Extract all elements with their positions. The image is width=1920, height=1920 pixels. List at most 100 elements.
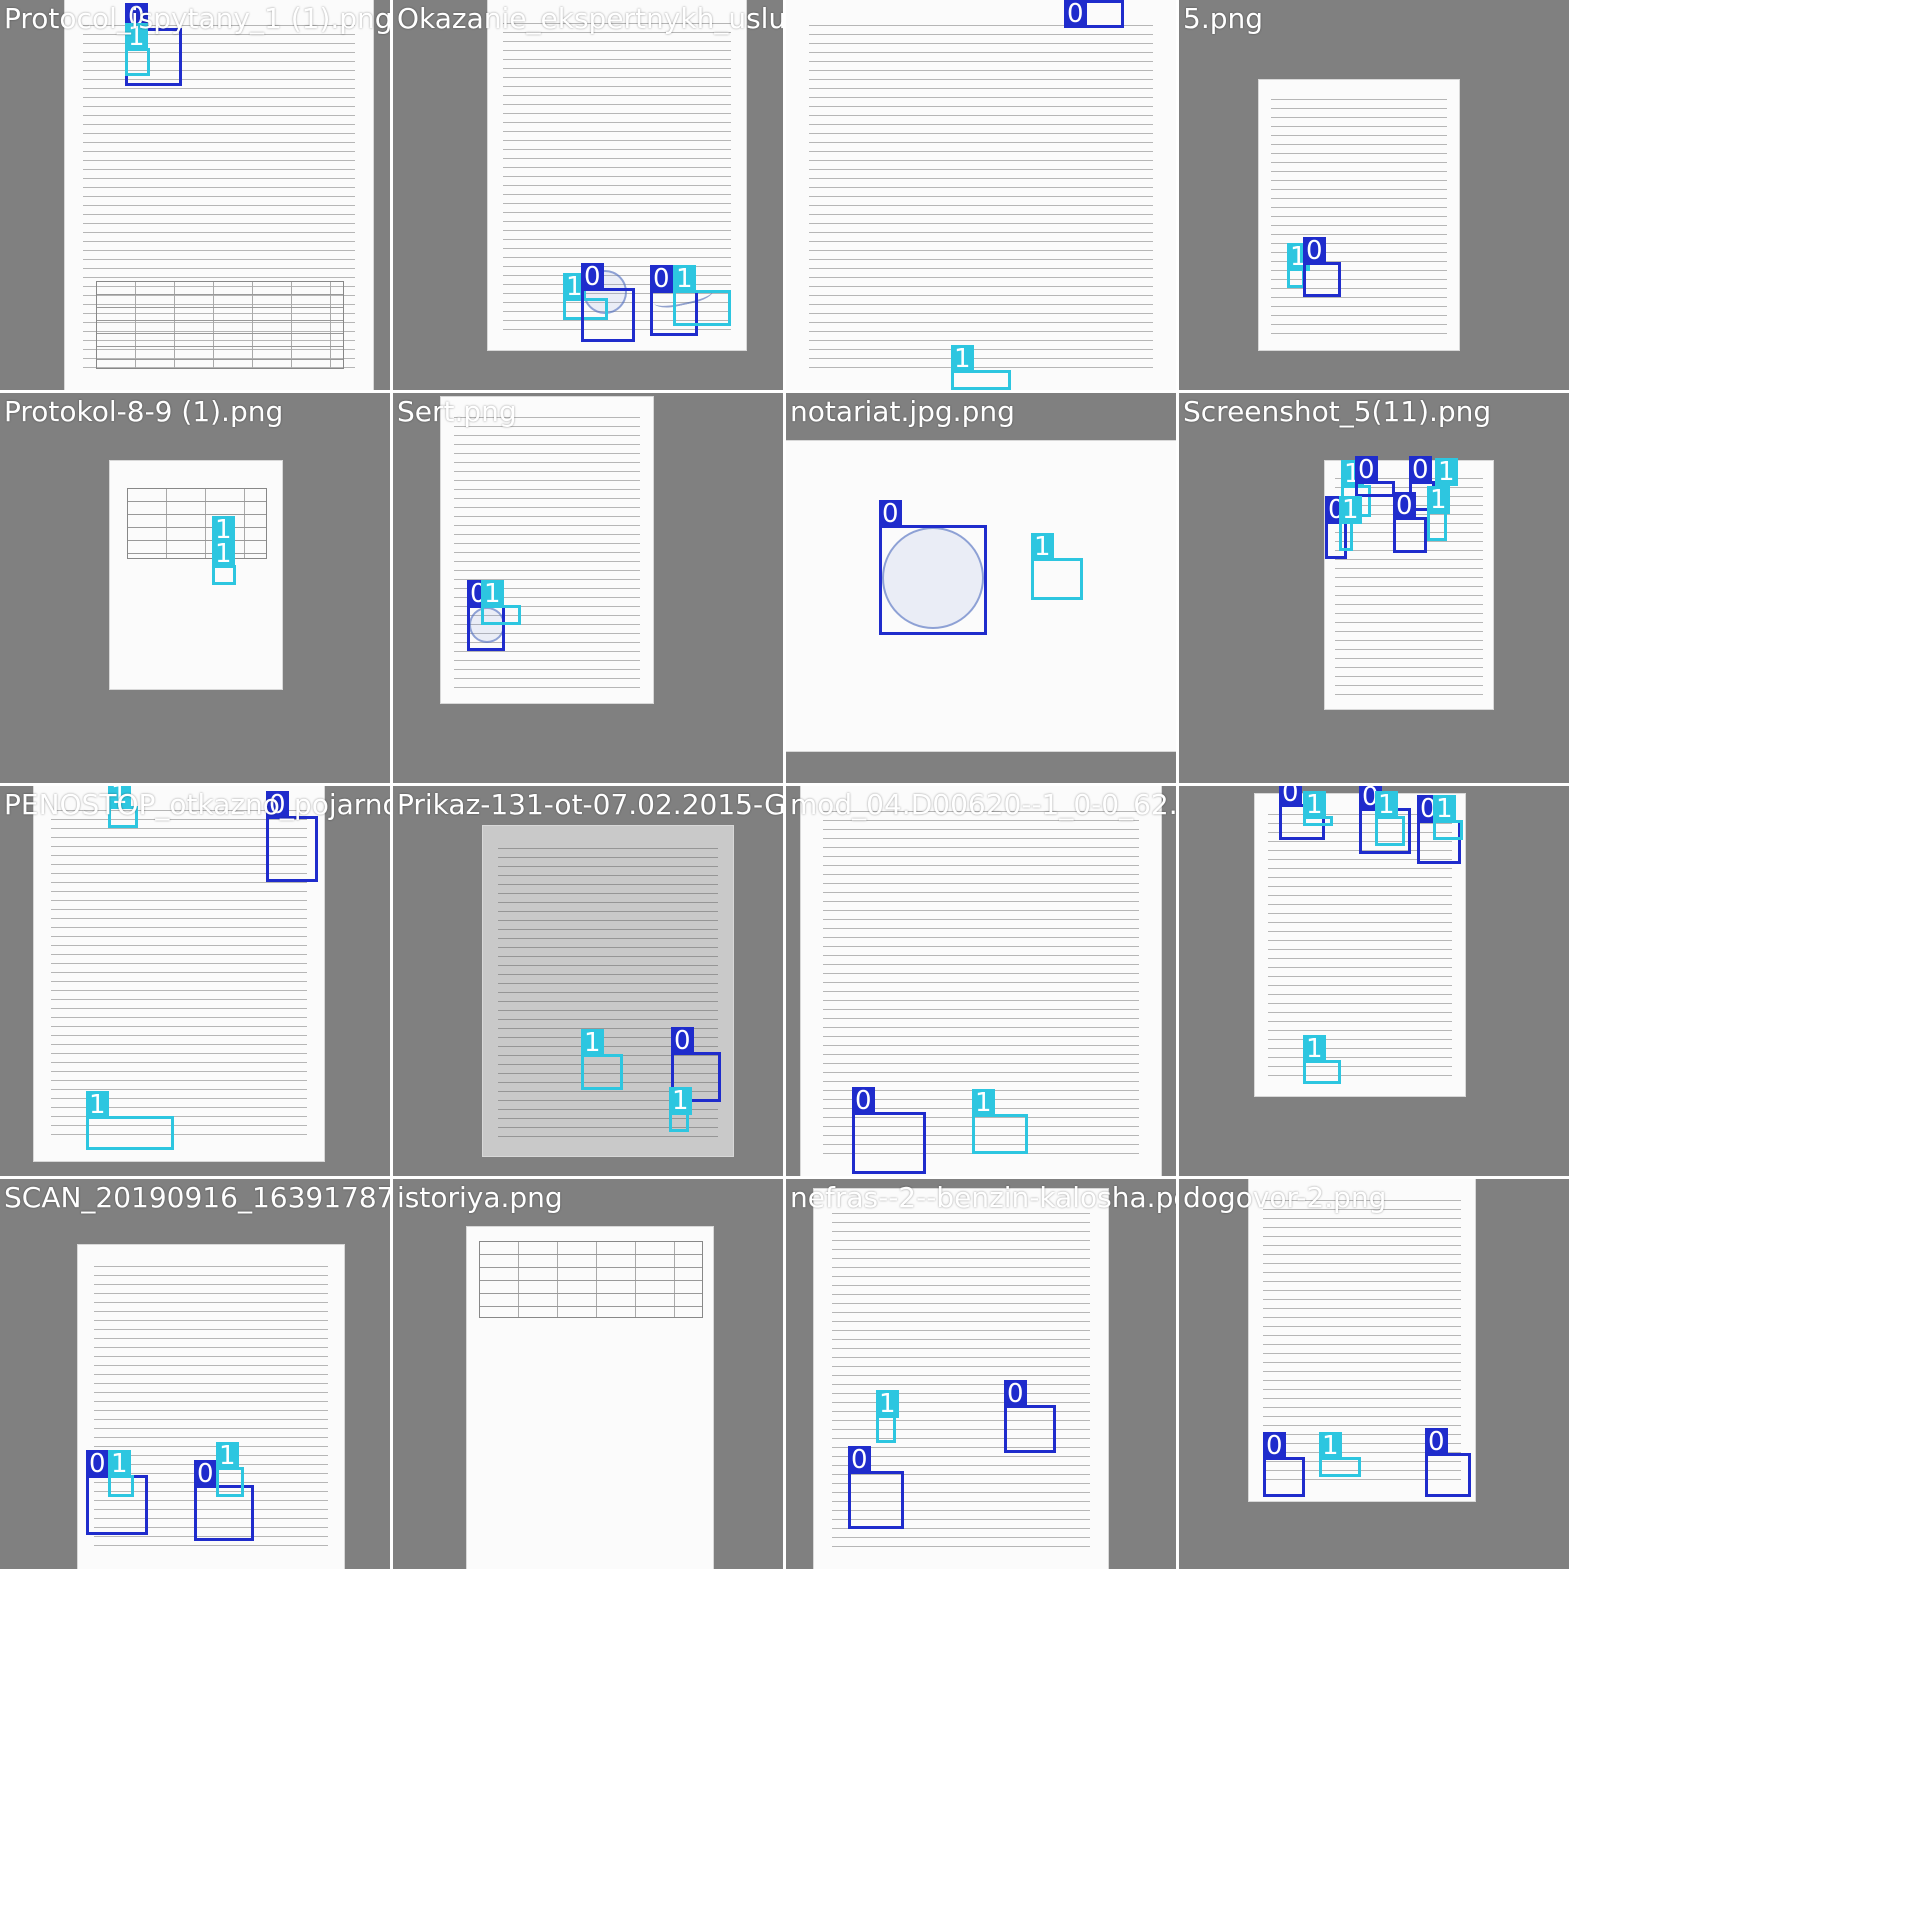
signature-bbox: 1 [1319,1432,1361,1477]
signature-bbox: 1 [1303,1035,1341,1084]
class-label: 1 [1427,486,1450,514]
tile-5: Protokol-8-9 (1).png 1 1 [0,393,390,783]
class-label: 0 [1393,492,1416,520]
class-label: 1 [108,1450,131,1478]
class-label: 0 [879,500,902,528]
class-label: 0 [194,1460,217,1488]
stamp-bbox: 0 [266,791,318,882]
signature-bbox: 1 [1427,486,1450,541]
class-label: 0 [1004,1380,1027,1408]
tile-filename: dogovor-2.png [1183,1181,1387,1214]
tile-14: istoriya.png 0 1 1 [393,1179,783,1569]
signature-bbox: 1 [481,580,521,625]
document-image [483,826,733,1156]
class-label: 1 [481,580,504,608]
class-label: 1 [1303,791,1326,819]
class-label: 1 [673,265,696,293]
class-label: 1 [216,1442,239,1470]
document-image [1259,80,1459,350]
signature-bbox: 1 [1433,795,1463,840]
tile-8: Screenshot_5(11).png 1 0 0 1 0 1 0 1 [1179,393,1569,783]
class-label: 1 [876,1390,899,1418]
document-image [441,397,653,703]
class-label: 1 [1319,1432,1342,1460]
tile-9: PENOSTOP_otkazno_pojarnoe.png 1 0 1 [0,786,390,1176]
tile-filename: nefras--2--benzin-kalosha.pdf [790,1181,1176,1214]
signature-bbox: 1 [216,1442,244,1497]
signature-bbox: 1 [1375,791,1405,846]
tile-13: SCAN_20190916_163917879.png 0 1 0 1 [0,1179,390,1569]
tile-filename: 5.png [1183,2,1264,35]
class-label: 0 [1303,237,1326,265]
class-label: 1 [86,1091,109,1119]
signature-bbox: 1 [1303,791,1333,826]
class-label: 1 [669,1087,692,1115]
tile-filename: Okazanie_ekspertnykh_uslug.png [397,2,783,35]
signature-bbox: 1 [951,345,1011,390]
class-label: 0 [1355,456,1378,484]
signature-bbox: 1 [972,1089,1028,1154]
tile-1: Protocol_ispytany_1 (1).png 0 1 [0,0,390,390]
stamp-bbox: 0 [1355,456,1395,497]
class-label: 1 [1433,795,1456,823]
class-label: 1 [212,540,235,568]
stamp-bbox: 0 [1263,1432,1305,1497]
tile-6: Sert.png 0 1 [393,393,783,783]
signature-bbox: 1 [669,1087,692,1132]
signature-bbox: 1 [673,265,731,326]
tile-filename: notariat.jpg.png [790,395,1015,428]
signature-bbox: 1 [125,23,150,76]
tile-4: 5.png 1 0 [1179,0,1569,390]
class-label: 1 [1375,791,1398,819]
signature-bbox: 1 [581,1029,623,1090]
document-image [786,0,1176,390]
document-image [110,461,282,689]
stamp-bbox: 0 [1425,1428,1471,1497]
tile-2: Okazanie_ekspertnykh_uslug.png 1 0 0 1 [393,0,783,390]
class-label: 0 [1263,1432,1286,1460]
stamp-bbox: 0 [1393,492,1427,553]
class-label: 0 [1279,786,1302,807]
stamp-bbox: 0 [852,1087,926,1174]
class-label: 0 [650,265,673,293]
signature-bbox: 1 [86,1091,174,1150]
class-label: 1 [1303,1035,1326,1063]
class-label: 0 [581,263,604,291]
tile-filename: Protokol-8-9 (1).png [4,395,284,428]
stamp-bbox: 0 [879,500,987,635]
tile-10: Prikaz-131-ot-07.02.2015-GTO.png 1 0 1 [393,786,783,1176]
tile-12: 0 1 0 1 0 1 1 [1179,786,1569,1176]
stamp-bbox: 0 [1303,237,1341,297]
class-label: 0 [1064,0,1087,28]
tile-filename: PENOSTOP_otkazno_pojarnoe.png [4,788,390,821]
class-label: 0 [848,1446,871,1474]
tile-filename: Screenshot_5(11).png [1183,395,1492,428]
stamp-bbox: 0 [848,1446,904,1529]
tile-filename: Prikaz-131-ot-07.02.2015-GTO.png [397,788,783,821]
class-label: 1 [581,1029,604,1057]
class-label: 0 [86,1450,109,1478]
tile-11: mod_04.D00620--1_0-0_62.png 0 1 [786,786,1176,1176]
class-label: 1 [972,1089,995,1117]
stamp-bbox: 0 [581,263,635,342]
class-label: 0 [1425,1428,1448,1456]
tile-filename: SCAN_20190916_163917879.png [4,1181,390,1214]
signature-bbox: 1 [108,1450,134,1497]
signature-bbox: 1 [212,540,236,585]
document-image [65,0,373,390]
tile-15: nefras--2--benzin-kalosha.pdf 1 0 0 [786,1179,1176,1569]
tile-filename: istoriya.png [397,1181,563,1214]
stamp-bbox: 0 [1004,1380,1056,1453]
signature-bbox: 1 [1031,533,1083,600]
document-image [467,1227,713,1569]
class-label: 1 [1435,458,1458,486]
class-label: 1 [1031,533,1054,561]
class-label: 1 [1339,496,1362,524]
signature-bbox: 1 [876,1390,899,1443]
tile-filename: Protocol_ispytany_1 (1).png [4,2,390,35]
class-label: 0 [852,1087,875,1115]
tile-3: 0 1 [786,0,1176,390]
class-label: 0 [671,1027,694,1055]
tile-filename: Sert.png [397,395,517,428]
stamp-bbox: 0 [1064,0,1124,28]
